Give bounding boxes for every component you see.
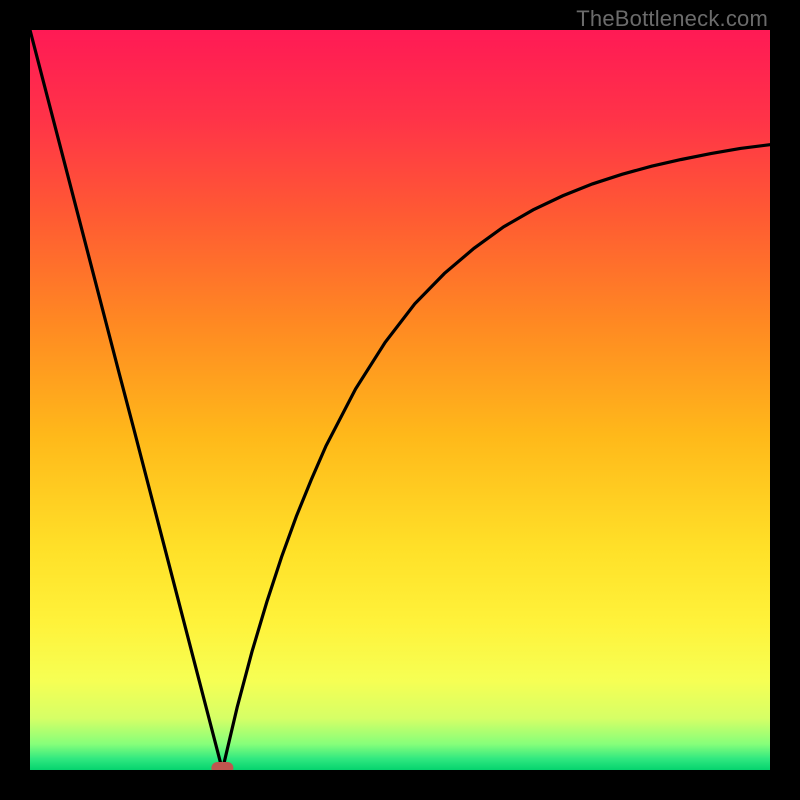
- minimum-marker: [211, 762, 233, 770]
- bottleneck-chart: [30, 30, 770, 770]
- chart-frame: [30, 30, 770, 770]
- watermark-text: TheBottleneck.com: [576, 6, 768, 32]
- gradient-background: [30, 30, 770, 770]
